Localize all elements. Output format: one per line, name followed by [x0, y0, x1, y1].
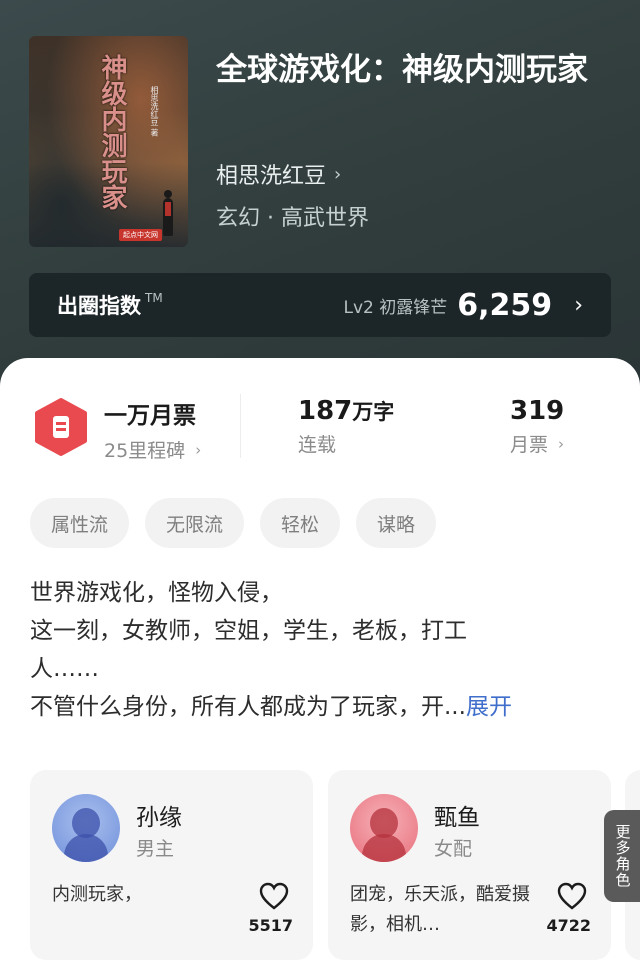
- tag-list: 属性流 无限流 轻松 谋略: [30, 498, 437, 548]
- chevron-right-icon: ›: [574, 292, 583, 318]
- description-line: 不管什么身份，所有人都成为了玩家，开...: [30, 694, 466, 720]
- milestone-stat[interactable]: 一万月票 25里程碑 ›: [104, 396, 201, 463]
- ticket-badge-icon[interactable]: [33, 398, 89, 456]
- word-count-unit: 万字: [352, 400, 395, 424]
- trademark-mark: TM: [145, 291, 163, 305]
- book-cover[interactable]: 神级内测玩家 相思洗红豆 著 起点中文网: [29, 36, 188, 247]
- cover-figure: [163, 190, 173, 236]
- genre-label[interactable]: 玄幻 · 高武世界: [216, 200, 369, 232]
- character-role: 男主: [136, 838, 175, 860]
- avatar: [350, 794, 418, 862]
- character-name: 甄鱼: [434, 805, 480, 831]
- tag-chip[interactable]: 谋略: [356, 498, 437, 548]
- expand-link[interactable]: 展开: [466, 694, 512, 720]
- avatar: [52, 794, 120, 862]
- serial-status: 连载: [298, 434, 337, 456]
- description-line: 世界游戏化，怪物入侵，: [30, 580, 283, 606]
- cover-title: 神级内测玩家: [97, 54, 127, 210]
- index-label: 出圈指数: [57, 294, 141, 318]
- heart-icon[interactable]: [259, 882, 289, 910]
- index-level: Lv2 初露锋芒: [343, 297, 448, 318]
- monthly-ticket-label: 月票: [510, 434, 549, 456]
- heart-icon[interactable]: [557, 882, 587, 910]
- book-description: 世界游戏化，怪物入侵， 这一刻，女教师，空姐，学生，老板，打工 人…… 不管什么…: [30, 574, 610, 726]
- cover-author: 相思洗红豆 著: [150, 86, 159, 137]
- chevron-right-icon: ›: [558, 434, 565, 453]
- tag-chip[interactable]: 属性流: [30, 498, 130, 548]
- cover-publisher-logo: 起点中文网: [119, 229, 162, 241]
- monthly-ticket-count: 319: [510, 396, 565, 426]
- like-count: 4722: [546, 916, 591, 935]
- tag-chip[interactable]: 无限流: [145, 498, 245, 548]
- chevron-right-icon: ›: [334, 163, 342, 185]
- like-count: 5517: [248, 916, 293, 935]
- description-line: 这一刻，女教师，空姐，学生，老板，打工: [30, 618, 467, 644]
- popularity-index-bar[interactable]: 出圈指数 TM Lv2 初露锋芒 6,259 ›: [29, 273, 611, 337]
- author-name: 相思洗红豆: [216, 164, 327, 189]
- chevron-right-icon: ›: [195, 440, 202, 459]
- author-link[interactable]: 相思洗红豆 ›: [216, 158, 341, 190]
- monthly-ticket-stat[interactable]: 319 月票 ›: [510, 396, 564, 457]
- word-count-number: 187: [298, 396, 353, 426]
- milestone-sub: 25里程碑: [104, 440, 186, 462]
- character-description: 内测玩家，: [52, 884, 142, 905]
- book-title: 全球游戏化：神级内测玩家: [216, 52, 588, 88]
- character-role: 女配: [434, 838, 473, 860]
- description-line: 人……: [30, 656, 99, 682]
- character-card[interactable]: 甄鱼 女配 团宠，乐天派，酷爱摄影，相机… 4722: [328, 770, 611, 960]
- character-description: 团宠，乐天派，酷爱摄影，相机…: [350, 884, 530, 935]
- more-characters-button[interactable]: 更多角色: [604, 810, 640, 902]
- stat-divider: [240, 394, 241, 458]
- word-count-stat: 187万字 连载: [298, 396, 394, 457]
- character-name: 孙缘: [136, 805, 182, 831]
- milestone-title: 一万月票: [104, 403, 196, 429]
- tag-chip[interactable]: 轻松: [260, 498, 341, 548]
- index-score: 6,259: [457, 287, 553, 323]
- character-card[interactable]: 孙缘 男主 内测玩家， 5517: [30, 770, 313, 960]
